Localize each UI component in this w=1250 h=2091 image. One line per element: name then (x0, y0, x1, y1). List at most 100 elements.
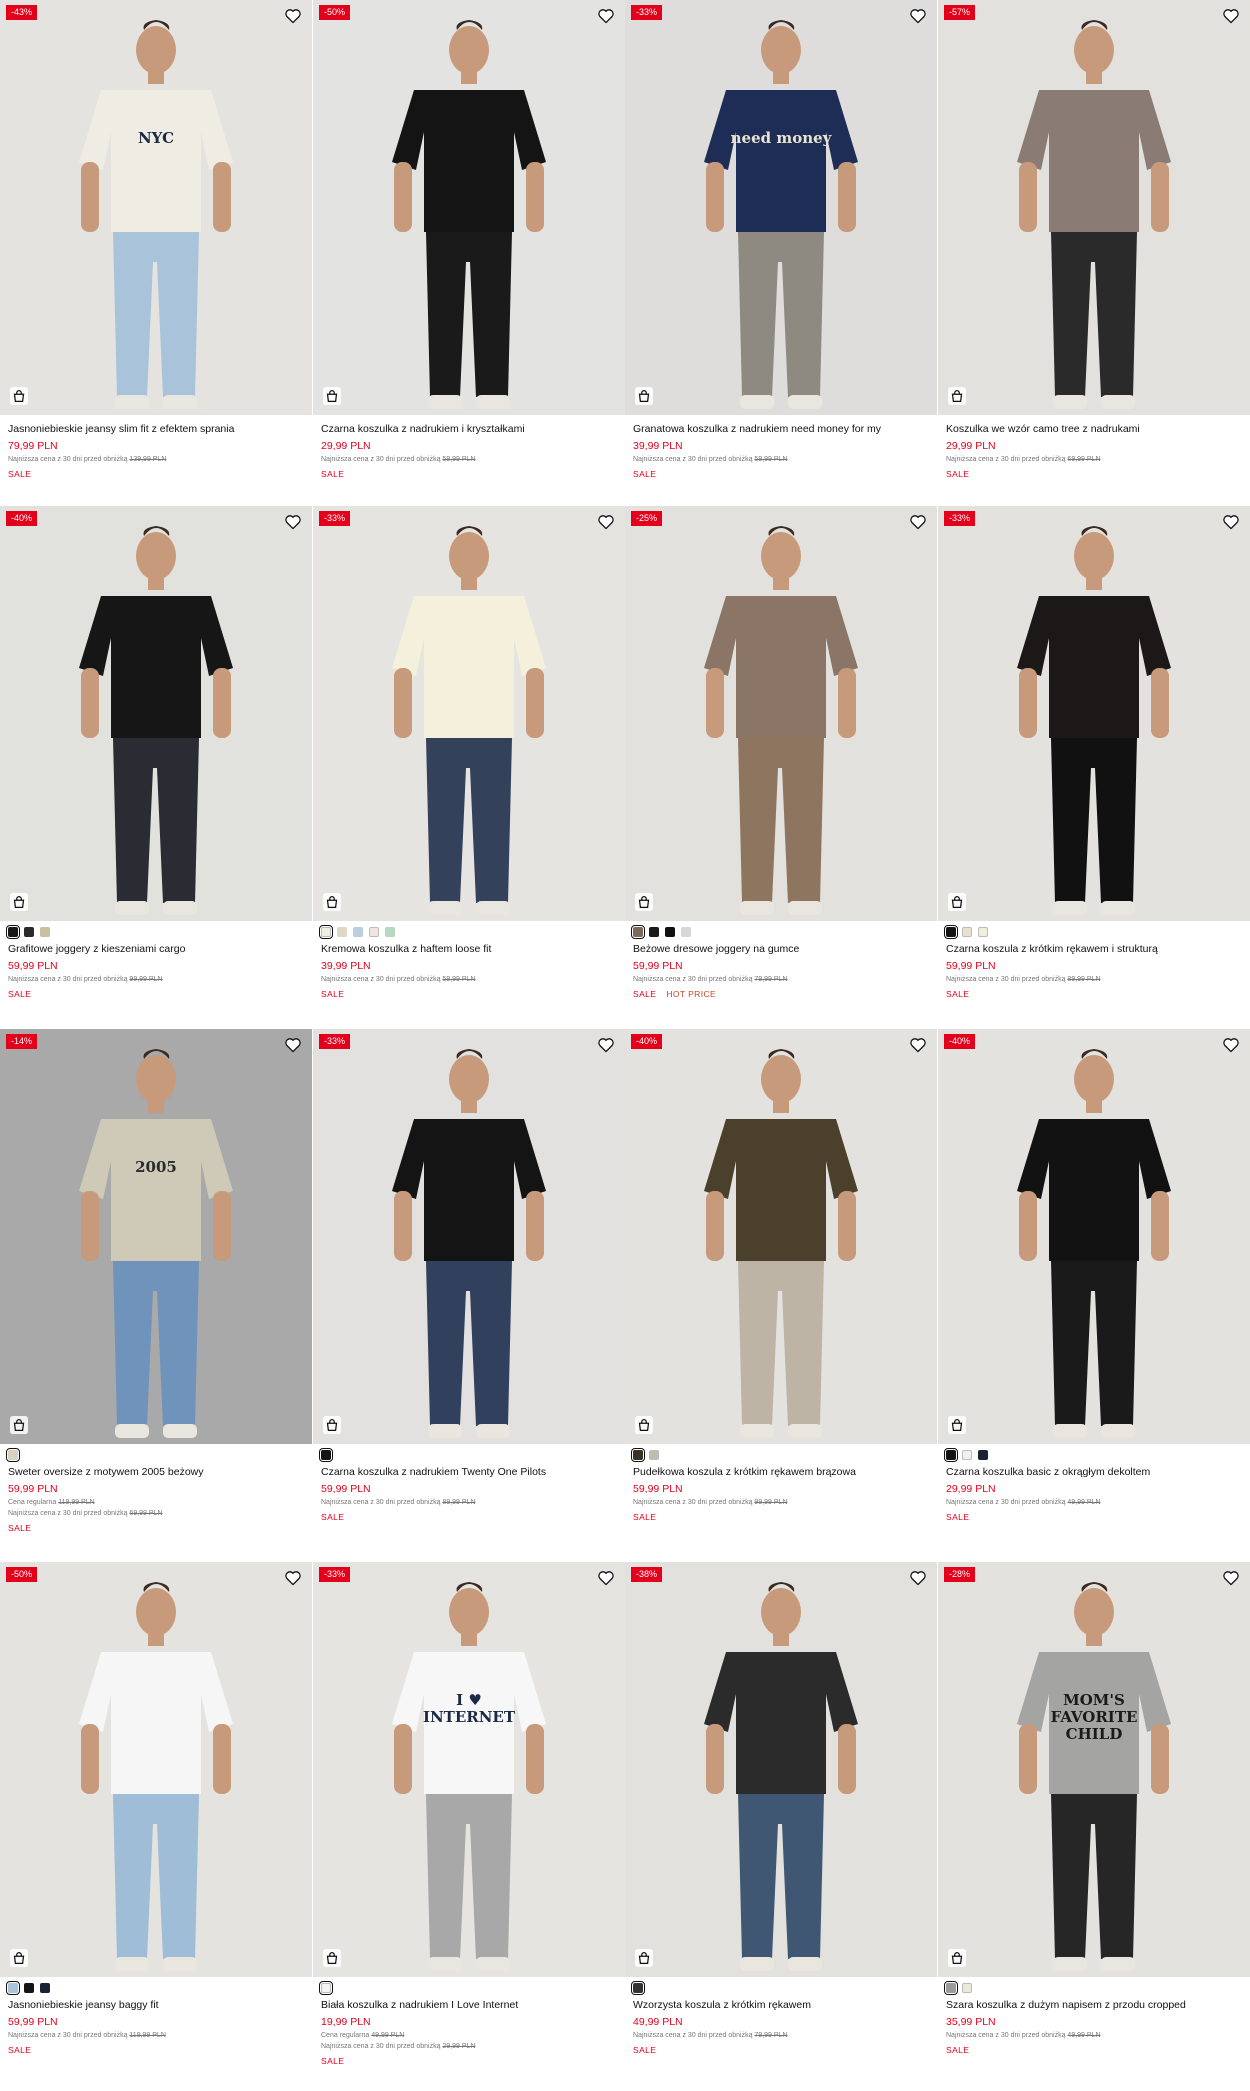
add-to-bag-icon[interactable] (10, 1949, 28, 1967)
product-card[interactable]: -33% Czarna koszula z krótkim rękawem i s… (938, 506, 1250, 1011)
add-to-bag-icon[interactable] (323, 387, 341, 405)
wishlist-heart-icon[interactable] (909, 8, 927, 24)
color-swatch[interactable] (6, 1448, 20, 1462)
add-to-bag-icon[interactable] (635, 893, 653, 911)
product-image[interactable]: NYC -43% (0, 0, 312, 415)
product-name[interactable]: Jasnoniebieskie jeansy baggy fit (8, 1999, 304, 2012)
product-name[interactable]: Grafitowe joggery z kieszeniami cargo (8, 943, 304, 956)
product-name[interactable]: Sweter oversize z motywem 2005 beżowy (8, 1466, 304, 1479)
product-image[interactable]: need money -33% (625, 0, 937, 415)
color-swatch[interactable] (962, 927, 972, 937)
product-card[interactable]: -50% Jasnoniebieskie jeansy baggy fit 59,9… (0, 1562, 312, 2067)
add-to-bag-icon[interactable] (323, 1949, 341, 1967)
color-swatch[interactable] (24, 927, 34, 937)
wishlist-heart-icon[interactable] (284, 1037, 302, 1053)
add-to-bag-icon[interactable] (948, 1949, 966, 1967)
product-card[interactable]: -57% Koszulka we wzór camo tree z nadruka… (938, 0, 1250, 505)
product-name[interactable]: Czarna koszula z krótkim rękawem i struk… (946, 943, 1242, 956)
product-card[interactable]: -38% Wzorzysta koszula z krótkim rękawem 4… (625, 1562, 937, 2067)
color-swatch[interactable] (319, 1448, 333, 1462)
product-card[interactable]: -33% Kremowa koszulka z haftem loose fit 3… (313, 506, 625, 1011)
product-name[interactable]: Koszulka we wzór camo tree z nadrukami (946, 423, 1242, 436)
product-image[interactable]: 2005 -14% (0, 1029, 312, 1444)
add-to-bag-icon[interactable] (10, 893, 28, 911)
product-name[interactable]: Czarna koszulka z nadrukiem Twenty One P… (321, 1466, 617, 1479)
color-swatch[interactable] (631, 925, 645, 939)
product-image[interactable]: -33% (313, 506, 625, 921)
product-card[interactable]: -40% Czarna koszulka basic z okrągłym dek… (938, 1029, 1250, 1534)
add-to-bag-icon[interactable] (635, 1416, 653, 1434)
color-swatch[interactable] (319, 925, 333, 939)
product-image[interactable]: MOM'S FAVORITE CHILD -28% (938, 1562, 1250, 1977)
add-to-bag-icon[interactable] (323, 893, 341, 911)
color-swatch[interactable] (631, 1981, 645, 1995)
product-card[interactable]: -33% Czarna koszulka z nadrukiem Twenty O… (313, 1029, 625, 1534)
color-swatch[interactable] (944, 1981, 958, 1995)
product-image[interactable]: -38% (625, 1562, 937, 1977)
color-swatch[interactable] (385, 927, 395, 937)
product-name[interactable]: Czarna koszulka z nadrukiem i kryształka… (321, 423, 617, 436)
wishlist-heart-icon[interactable] (284, 8, 302, 24)
product-name[interactable]: Pudełkowa koszula z krótkim rękawem brąz… (633, 1466, 929, 1479)
wishlist-heart-icon[interactable] (1222, 1037, 1240, 1053)
wishlist-heart-icon[interactable] (1222, 8, 1240, 24)
wishlist-heart-icon[interactable] (597, 514, 615, 530)
product-image[interactable]: -40% (625, 1029, 937, 1444)
wishlist-heart-icon[interactable] (909, 1570, 927, 1586)
color-swatch[interactable] (40, 927, 50, 937)
product-image[interactable]: -33% (313, 1029, 625, 1444)
color-swatch[interactable] (40, 1983, 50, 1993)
color-swatch[interactable] (944, 925, 958, 939)
wishlist-heart-icon[interactable] (284, 514, 302, 530)
wishlist-heart-icon[interactable] (909, 514, 927, 530)
wishlist-heart-icon[interactable] (597, 8, 615, 24)
color-swatch[interactable] (6, 1981, 20, 1995)
color-swatch[interactable] (319, 1981, 333, 1995)
product-card[interactable]: 2005 -14% Sweter oversize z motywem 2005 b… (0, 1029, 312, 1534)
wishlist-heart-icon[interactable] (1222, 514, 1240, 530)
product-card[interactable]: need money -33% Granatowa koszulka z nadru… (625, 0, 937, 505)
product-image[interactable]: I ♥ INTERNET -33% (313, 1562, 625, 1977)
product-card[interactable]: -40% Pudełkowa koszula z krótkim rękawem … (625, 1029, 937, 1534)
product-name[interactable]: Beżowe dresowe joggery na gumce (633, 943, 929, 956)
color-swatch[interactable] (681, 927, 691, 937)
product-image[interactable]: -40% (0, 506, 312, 921)
color-swatch[interactable] (24, 1983, 34, 1993)
wishlist-heart-icon[interactable] (597, 1037, 615, 1053)
add-to-bag-icon[interactable] (948, 1416, 966, 1434)
add-to-bag-icon[interactable] (948, 893, 966, 911)
color-swatch[interactable] (337, 927, 347, 937)
product-image[interactable]: -33% (938, 506, 1250, 921)
color-swatch[interactable] (978, 1450, 988, 1460)
color-swatch[interactable] (665, 927, 675, 937)
add-to-bag-icon[interactable] (10, 1416, 28, 1434)
wishlist-heart-icon[interactable] (284, 1570, 302, 1586)
product-image[interactable]: -57% (938, 0, 1250, 415)
wishlist-heart-icon[interactable] (1222, 1570, 1240, 1586)
product-name[interactable]: Wzorzysta koszula z krótkim rękawem (633, 1999, 929, 2012)
product-name[interactable]: Szara koszulka z dużym napisem z przodu … (946, 1999, 1242, 2012)
product-card[interactable]: -50% Czarna koszulka z nadrukiem i kryszt… (313, 0, 625, 505)
product-name[interactable]: Granatowa koszulka z nadrukiem need mone… (633, 423, 929, 436)
product-image[interactable]: -40% (938, 1029, 1250, 1444)
product-card[interactable]: MOM'S FAVORITE CHILD -28% Szara koszulka z… (938, 1562, 1250, 2067)
product-image[interactable]: -50% (0, 1562, 312, 1977)
product-image[interactable]: -25% (625, 506, 937, 921)
product-card[interactable]: -40% Grafitowe joggery z kieszeniami carg… (0, 506, 312, 1011)
product-name[interactable]: Jasnoniebieskie jeansy slim fit z efekte… (8, 423, 304, 436)
add-to-bag-icon[interactable] (635, 1949, 653, 1967)
product-name[interactable]: Kremowa koszulka z haftem loose fit (321, 943, 617, 956)
add-to-bag-icon[interactable] (948, 387, 966, 405)
product-name[interactable]: Biała koszulka z nadrukiem I Love Intern… (321, 1999, 617, 2012)
color-swatch[interactable] (649, 927, 659, 937)
color-swatch[interactable] (369, 927, 379, 937)
color-swatch[interactable] (631, 1448, 645, 1462)
add-to-bag-icon[interactable] (10, 387, 28, 405)
color-swatch[interactable] (978, 927, 988, 937)
product-card[interactable]: -25% Beżowe dresowe joggery na gumce 59,99… (625, 506, 937, 1011)
color-swatch[interactable] (6, 925, 20, 939)
product-name[interactable]: Czarna koszulka basic z okrągłym dekolte… (946, 1466, 1242, 1479)
wishlist-heart-icon[interactable] (909, 1037, 927, 1053)
color-swatch[interactable] (962, 1983, 972, 1993)
color-swatch[interactable] (962, 1450, 972, 1460)
